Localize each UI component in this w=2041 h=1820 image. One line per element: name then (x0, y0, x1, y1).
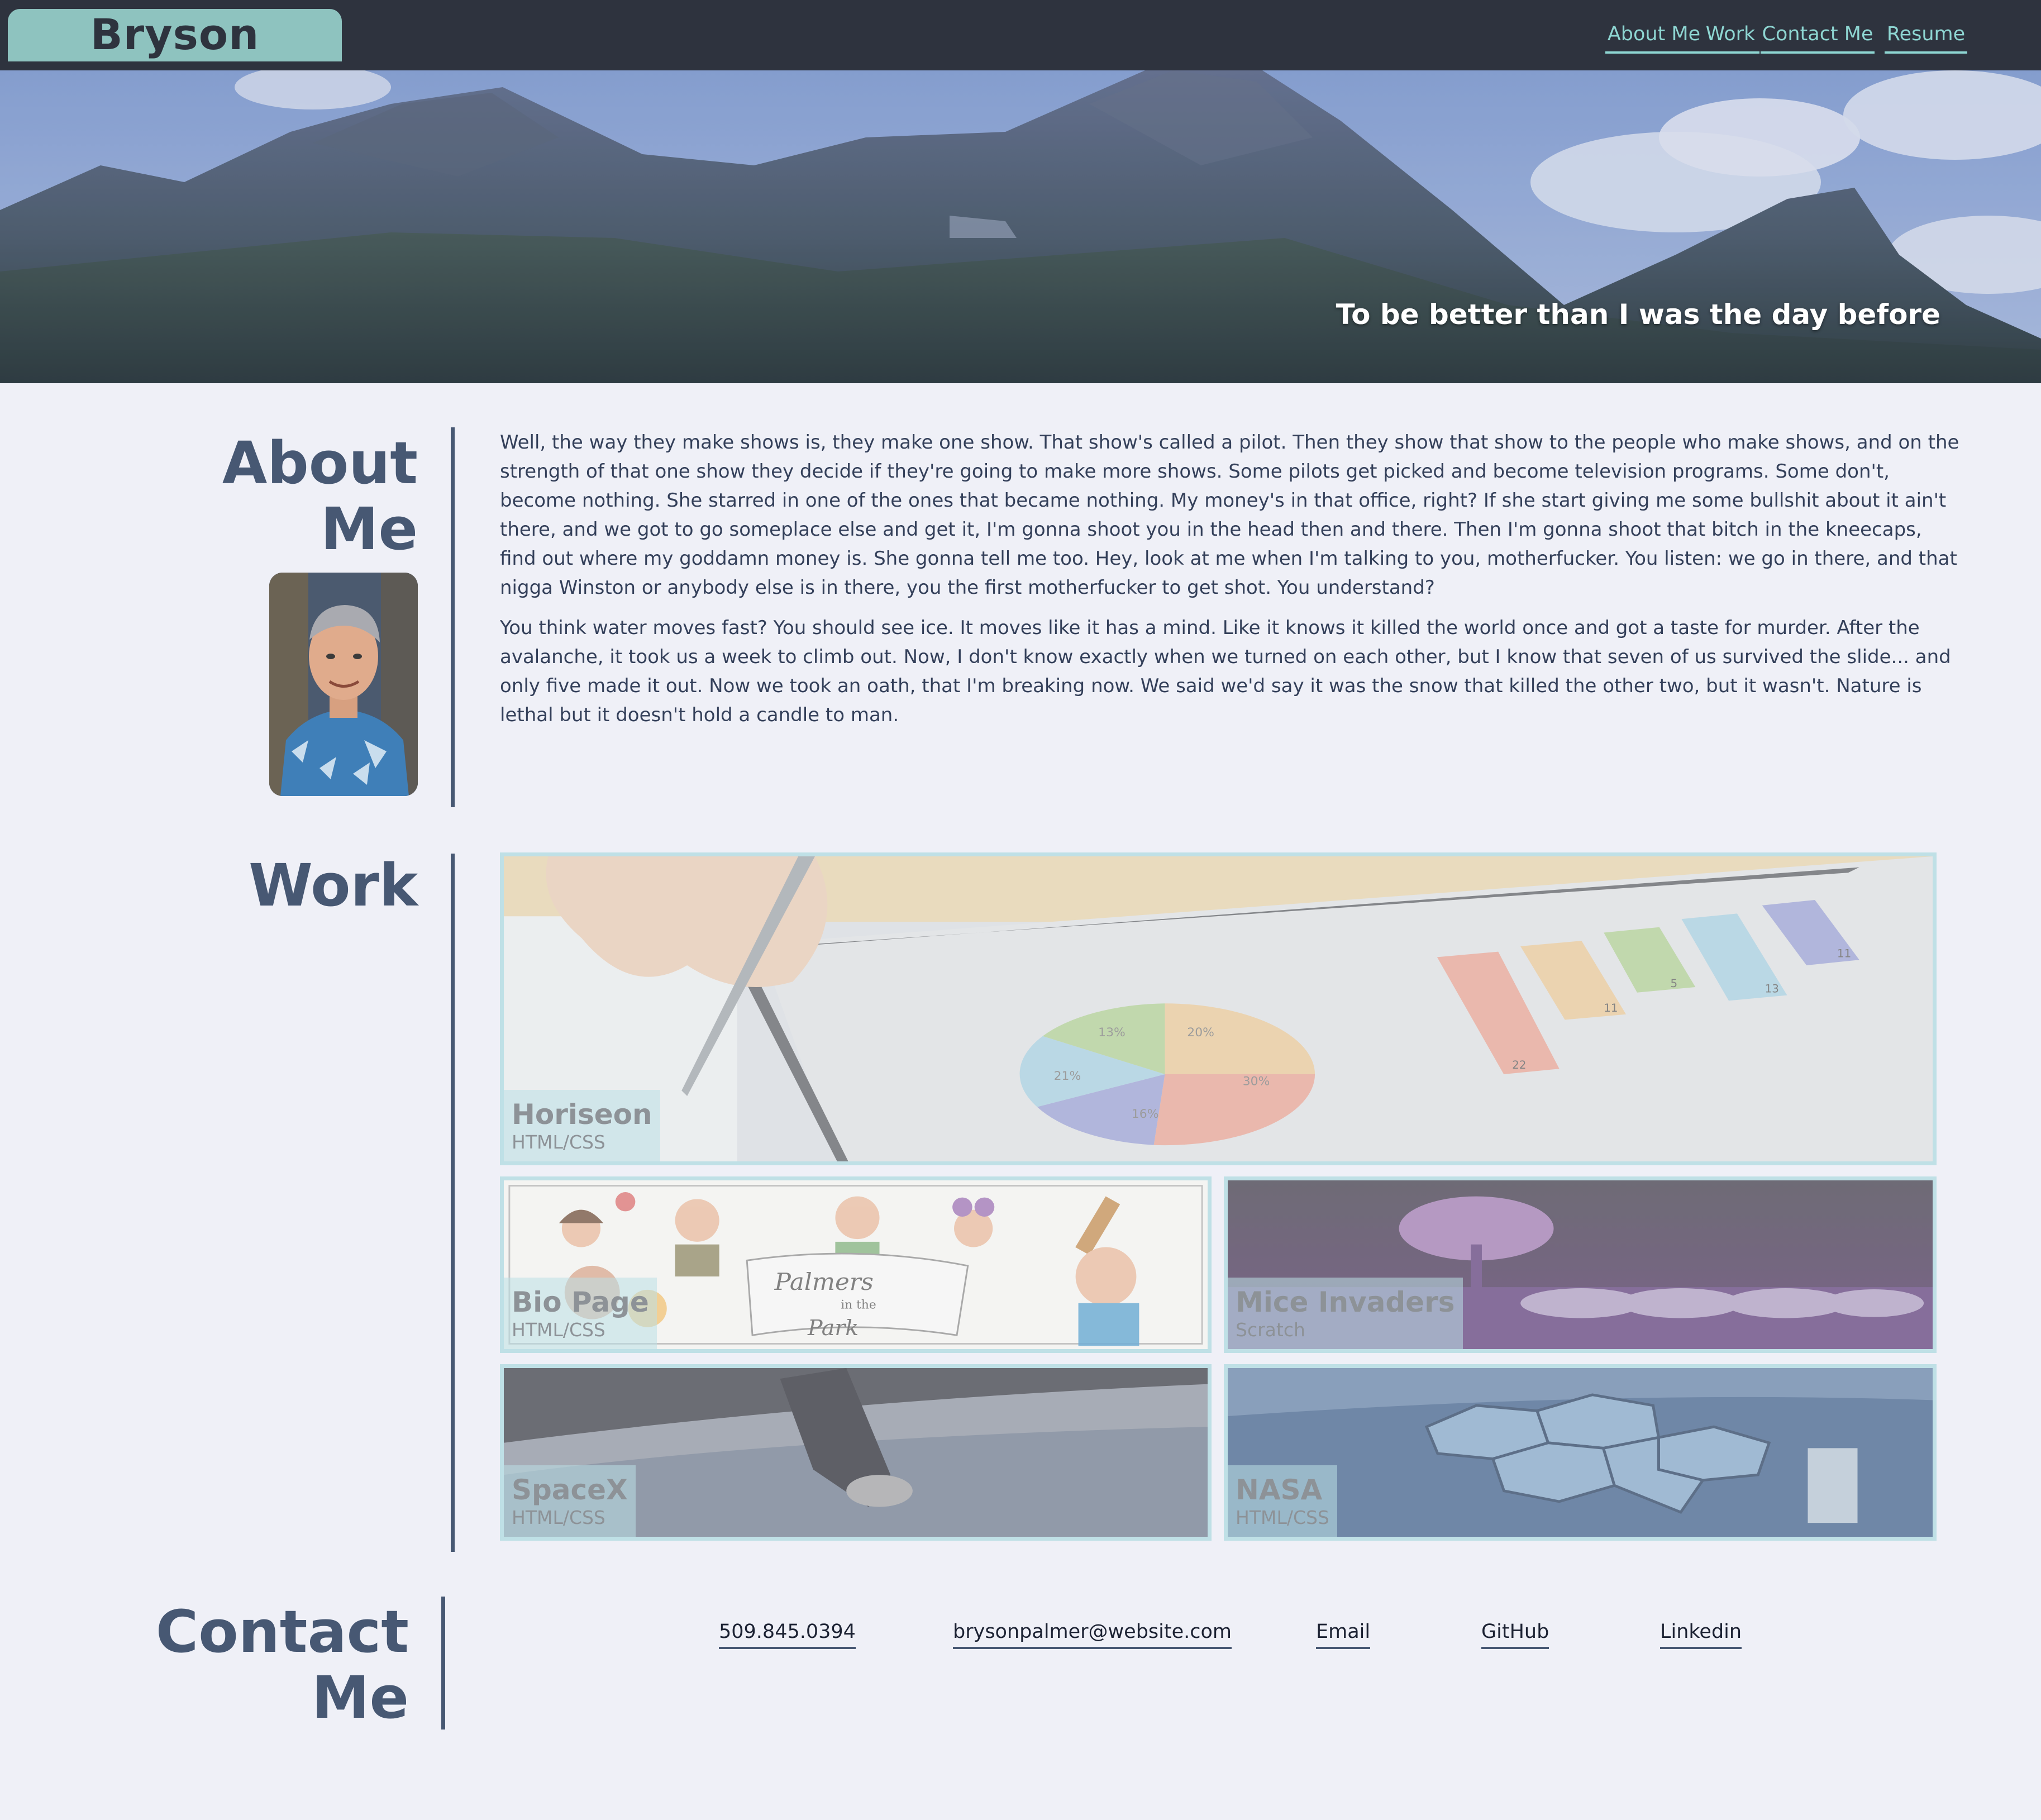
project-label: NASA HTML/CSS (1228, 1465, 1337, 1537)
site-brand[interactable]: Bryson Palmer (8, 9, 342, 111)
contact-email-address-link[interactable]: brysonpalmer@website.com (953, 1619, 1232, 1649)
project-tech: HTML/CSS (512, 1319, 605, 1341)
about-section-title: About Me (139, 430, 418, 562)
project-card-bio-page[interactable]: Palmers in the Park Bio Page HTML/CSS (500, 1176, 1212, 1353)
hero-tagline: To be better than I was the day before (1336, 298, 1940, 331)
about-title-line-1: About (222, 429, 418, 497)
about-paragraph: You think water moves fast? You should s… (500, 617, 1951, 726)
project-tech: Scratch (1236, 1319, 1305, 1341)
project-card-nasa[interactable]: NASA HTML/CSS (1224, 1364, 1937, 1541)
project-title: NASA (1236, 1474, 1323, 1506)
project-label: Mice Invaders Scratch (1228, 1278, 1463, 1349)
nav-about-me[interactable]: About Me (1605, 20, 1703, 54)
contact-title-line-2: Me (311, 1664, 409, 1732)
project-label: Horiseon HTML/CSS (504, 1090, 660, 1161)
work-section-title: Work (249, 851, 418, 919)
analytics-chart-image: 13% 20% 30% 16% 21% 22 11 5 13 11 (504, 856, 1933, 1161)
work-divider (451, 854, 455, 1552)
nav-contact-me[interactable]: Contact Me (1761, 20, 1875, 54)
contact-section-title: Contact Me (74, 1599, 409, 1731)
contact-phone-link[interactable]: 509.845.0394 (719, 1619, 856, 1649)
profile-photo (269, 573, 418, 796)
contact-linkedin-link[interactable]: Linkedin (1660, 1619, 1742, 1649)
contact-github-link[interactable]: GitHub (1481, 1619, 1549, 1649)
contact-divider (441, 1597, 445, 1730)
contact-title-line-1: Contact (155, 1598, 409, 1666)
about-text: Well, the way they make shows is, they m… (500, 428, 1963, 741)
project-title: Horiseon (512, 1098, 652, 1131)
project-card-mice-invaders[interactable]: Mice Invaders Scratch (1224, 1176, 1937, 1353)
project-tech: HTML/CSS (1236, 1507, 1329, 1528)
project-title: SpaceX (512, 1474, 628, 1506)
project-card-spacex[interactable]: SpaceX HTML/CSS (500, 1364, 1212, 1541)
project-label: SpaceX HTML/CSS (504, 1465, 636, 1537)
project-tech: HTML/CSS (512, 1131, 605, 1153)
project-label: Bio Page HTML/CSS (504, 1278, 657, 1349)
about-title-line-2: Me (320, 495, 418, 563)
project-card-horiseon[interactable]: 13% 20% 30% 16% 21% 22 11 5 13 11 Horise… (500, 852, 1937, 1165)
hero-banner: To be better than I was the day before (0, 70, 2041, 383)
contact-email-link[interactable]: Email (1316, 1619, 1371, 1649)
project-tech: HTML/CSS (512, 1507, 605, 1528)
nav-resume[interactable]: Resume (1885, 20, 1967, 54)
about-paragraph: Well, the way they make shows is, they m… (500, 431, 1959, 599)
site-header: Bryson Palmer About Me Work Contact Me R… (0, 0, 2041, 111)
nav-work[interactable]: Work (1701, 20, 1759, 54)
about-divider (451, 427, 455, 807)
mountain-landscape-image (0, 70, 2041, 383)
project-title: Mice Invaders (1236, 1286, 1455, 1318)
project-title: Bio Page (512, 1286, 649, 1318)
